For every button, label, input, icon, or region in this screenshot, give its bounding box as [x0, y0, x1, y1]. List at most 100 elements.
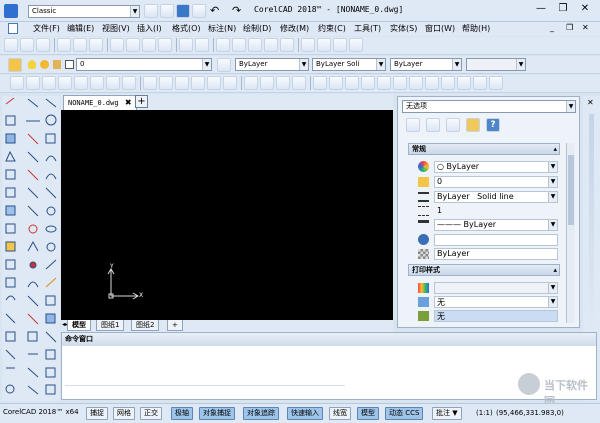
command-window[interactable]: 命令窗口 当下软件园: [61, 332, 597, 408]
jogged-icon[interactable]: [90, 76, 104, 90]
collapse-icon[interactable]: ▴: [553, 144, 557, 154]
match-properties-icon[interactable]: [158, 38, 172, 52]
radius-icon[interactable]: [74, 76, 88, 90]
zoom-previous-icon[interactable]: [264, 38, 278, 52]
cut-icon[interactable]: [110, 38, 124, 52]
workspace-select[interactable]: Classic ▼: [28, 5, 140, 18]
command-line-input[interactable]: [65, 385, 345, 398]
redo-button[interactable]: ↷: [232, 4, 241, 17]
menu-view[interactable]: 视图(V): [102, 23, 130, 34]
annotation-menu[interactable]: 批注 ▼: [432, 407, 462, 420]
quick-select-icon[interactable]: [426, 118, 440, 132]
selection-select[interactable]: 无选项 ▼: [402, 100, 576, 113]
toolbox-icon[interactable]: [333, 38, 347, 52]
toggle-polar[interactable]: 极轴: [171, 407, 193, 420]
diameter-icon[interactable]: [106, 76, 120, 90]
toggle-pickadd-icon[interactable]: [446, 118, 460, 132]
aligned-dimension-icon[interactable]: [26, 76, 40, 90]
tab-sheet2[interactable]: 图纸2: [131, 320, 160, 331]
help-icon[interactable]: ?: [486, 118, 500, 132]
menu-modify[interactable]: 修改(M): [280, 23, 309, 34]
menu-solids[interactable]: 实体(S): [390, 23, 417, 34]
print-icon[interactable]: [57, 38, 71, 52]
drawing-explorer-icon[interactable]: [317, 38, 331, 52]
snap-endpoint-icon[interactable]: [313, 76, 327, 90]
layer-field[interactable]: 0 ▼: [434, 176, 558, 188]
redo-icon[interactable]: [195, 38, 209, 52]
quick-dimension-icon[interactable]: [143, 76, 157, 90]
continue-icon[interactable]: [175, 76, 189, 90]
menu-tools[interactable]: 工具(T): [354, 23, 381, 34]
toggle-lineweight[interactable]: 线宽: [329, 407, 351, 420]
zoom-window-icon[interactable]: [248, 38, 262, 52]
baseline-icon[interactable]: [159, 76, 173, 90]
print-preview-icon[interactable]: [73, 38, 87, 52]
material-field[interactable]: ByLayer: [434, 248, 558, 260]
plot-attached-field[interactable]: 无: [434, 310, 558, 322]
lineweight-field[interactable]: ——— ByLayer ▼: [434, 219, 558, 231]
doc-minimize-button[interactable]: _: [550, 23, 554, 32]
layer-previous-icon[interactable]: [217, 58, 231, 72]
save-icon[interactable]: [176, 4, 190, 18]
menu-window[interactable]: 窗口(W): [425, 23, 455, 34]
menu-file[interactable]: 文件(F): [33, 23, 60, 34]
menu-draw[interactable]: 绘制(D): [243, 23, 271, 34]
snap-node-icon[interactable]: [361, 76, 375, 90]
minimize-button[interactable]: —: [532, 2, 550, 16]
pan-icon[interactable]: [216, 38, 230, 52]
menu-dimension[interactable]: 标注(N): [208, 23, 236, 34]
menu-help[interactable]: 帮助(H): [462, 23, 490, 34]
publish-icon[interactable]: [89, 38, 103, 52]
leader-icon[interactable]: [223, 76, 237, 90]
snap-quadrant-icon[interactable]: [377, 76, 391, 90]
ordinate-icon[interactable]: [58, 76, 72, 90]
lineweight-select[interactable]: ByLayer ▼: [390, 58, 462, 71]
copy-icon[interactable]: [126, 38, 140, 52]
linetype-select[interactable]: ByLayer Soli ▼: [312, 58, 386, 71]
snap-perpendicular-icon[interactable]: [441, 76, 455, 90]
center-mark-icon[interactable]: [191, 76, 205, 90]
menu-constraint[interactable]: 约束(C): [318, 23, 346, 34]
tab-noname-dwg[interactable]: NONAME_0.dwg ✖: [63, 95, 137, 110]
layer-manager-icon[interactable]: [8, 58, 22, 72]
dim-style-icon[interactable]: [292, 76, 306, 90]
linear-dimension-icon[interactable]: [10, 76, 24, 90]
drawing-canvas[interactable]: Y X: [61, 110, 393, 320]
snap-extension-icon[interactable]: [409, 76, 423, 90]
snap-center-icon[interactable]: [345, 76, 359, 90]
doc-restore-button[interactable]: ❐: [566, 23, 573, 32]
angular-icon[interactable]: [122, 76, 136, 90]
linetype-scale-field[interactable]: 1: [434, 205, 558, 217]
linetype-field[interactable]: ByLayer Solid line ▼: [434, 191, 558, 203]
doc-close-button[interactable]: ✕: [582, 23, 589, 32]
transparency-field[interactable]: [434, 234, 558, 246]
print-icon[interactable]: [192, 4, 206, 18]
toggle-model[interactable]: 模型: [357, 407, 379, 420]
add-layout-button[interactable]: +: [167, 320, 183, 331]
zoom-realtime-icon[interactable]: [232, 38, 246, 52]
menu-format[interactable]: 格式(O): [172, 23, 201, 34]
arc-length-icon[interactable]: [42, 76, 56, 90]
new-file-icon[interactable]: [160, 4, 174, 18]
dim-edit-icon[interactable]: [244, 76, 258, 90]
section-print-style[interactable]: 打印样式 ▴: [408, 264, 560, 276]
properties-icon[interactable]: [301, 38, 315, 52]
plot-table-field[interactable]: 无 ▼: [434, 296, 558, 308]
close-button[interactable]: ✕: [576, 2, 594, 16]
properties-scrollbar[interactable]: [566, 143, 575, 323]
snap-insertion-icon[interactable]: [425, 76, 439, 90]
toggle-ortho[interactable]: 正交: [140, 407, 162, 420]
dim-update-icon[interactable]: [276, 76, 290, 90]
annotation-scale[interactable]: (1:1): [476, 409, 493, 417]
plot-style-field[interactable]: ▼: [434, 282, 558, 294]
toggle-esnap[interactable]: 对象捕捉: [199, 407, 235, 420]
snap-tangent-icon[interactable]: [457, 76, 471, 90]
gear-icon[interactable]: [144, 4, 158, 18]
undo-icon[interactable]: [179, 38, 193, 52]
scrollbar-thumb[interactable]: [568, 155, 574, 225]
collapse-icon[interactable]: ▴: [553, 265, 557, 275]
menu-insert[interactable]: 插入(I): [137, 23, 162, 34]
snap-midpoint-icon[interactable]: [329, 76, 343, 90]
toggle-etrack[interactable]: 对象追踪: [243, 407, 279, 420]
show-all-icon[interactable]: [466, 118, 480, 132]
